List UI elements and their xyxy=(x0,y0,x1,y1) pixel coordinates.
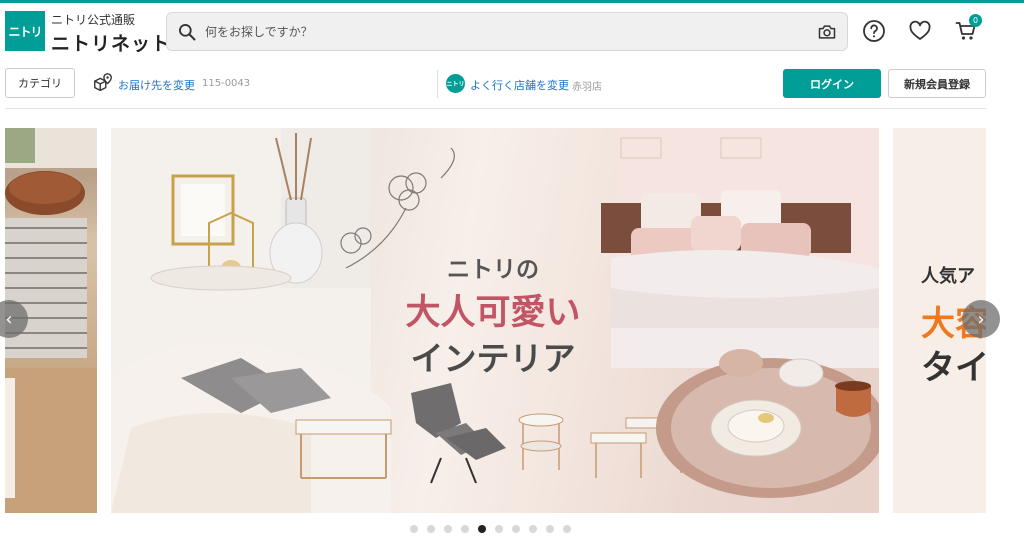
store-logo-icon: ニトリ xyxy=(446,74,465,93)
camera-icon[interactable] xyxy=(817,22,837,42)
help-icon[interactable] xyxy=(862,19,886,43)
login-button[interactable]: ログイン xyxy=(783,69,881,98)
carousel-next-button[interactable]: › xyxy=(962,300,1000,338)
carousel-dot[interactable] xyxy=(495,525,503,533)
heart-icon[interactable] xyxy=(908,19,932,43)
carousel-pagination xyxy=(410,525,571,533)
slide-headline-line2: 大人可愛い xyxy=(405,293,581,333)
nav-divider xyxy=(437,70,438,98)
search-bar xyxy=(166,12,848,51)
postal-code: 115-0043 xyxy=(202,78,251,89)
category-button[interactable]: カテゴリ xyxy=(5,68,75,98)
carousel-dot[interactable] xyxy=(512,525,520,533)
next-slide-line3: タイ xyxy=(921,348,986,388)
brand-name[interactable]: ニトリネット xyxy=(51,29,171,56)
change-store-link[interactable]: よく行く店舗を変更 xyxy=(470,77,569,93)
brand-subtitle: ニトリ公式通販 xyxy=(51,13,136,27)
cart-count-badge: 0 xyxy=(969,14,982,27)
change-delivery-link[interactable]: お届け先を変更 xyxy=(118,77,195,93)
logo-text: ニトリ xyxy=(8,24,42,39)
carousel-dot[interactable] xyxy=(444,525,452,533)
nitori-logo[interactable]: ニトリ xyxy=(5,11,45,51)
slide-headline-line1: ニトリの xyxy=(447,257,539,283)
search-icon[interactable] xyxy=(177,22,197,42)
carousel-dot[interactable] xyxy=(563,525,571,533)
carousel-dot[interactable] xyxy=(529,525,537,533)
carousel-dot[interactable] xyxy=(410,525,418,533)
store-name: 赤羽店 xyxy=(572,82,602,93)
delivery-box-icon xyxy=(94,73,112,92)
chevron-left-icon: ‹ xyxy=(5,308,13,330)
carousel-dot[interactable] xyxy=(478,525,486,533)
carousel-dot[interactable] xyxy=(546,525,554,533)
search-input[interactable] xyxy=(205,13,805,50)
slide-headline-line3: インテリア xyxy=(410,339,576,378)
chevron-right-icon: › xyxy=(977,308,985,330)
register-button[interactable]: 新規会員登録 xyxy=(888,69,986,98)
store-logo-text: ニトリ xyxy=(446,81,465,88)
carousel-slide-current[interactable]: ニトリの 大人可愛い インテリア xyxy=(111,128,879,513)
header-divider xyxy=(5,108,986,109)
top-accent-line xyxy=(0,0,1024,3)
next-slide-line1: 人気ア xyxy=(921,266,975,287)
carousel-dot[interactable] xyxy=(427,525,435,533)
carousel-dot[interactable] xyxy=(461,525,469,533)
